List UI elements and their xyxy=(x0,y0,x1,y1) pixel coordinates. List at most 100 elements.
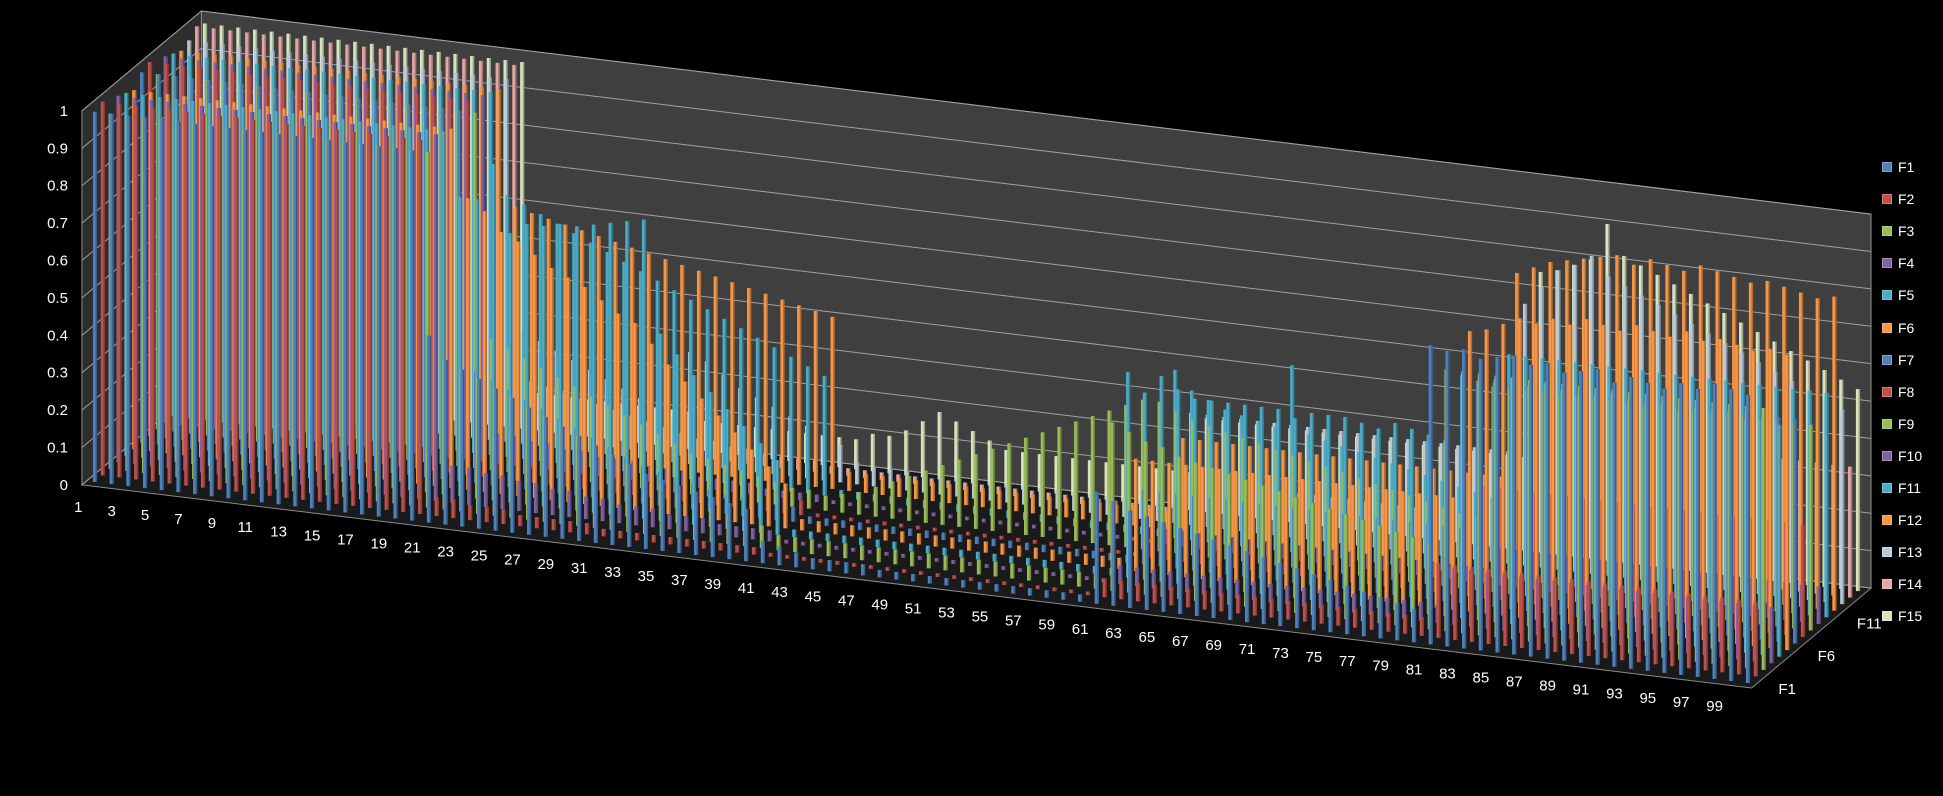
y-tick-label: 0 xyxy=(60,477,68,494)
legend-item: F4 xyxy=(1882,254,1914,272)
bar-shade xyxy=(766,293,768,481)
legend-swatch xyxy=(1882,579,1892,590)
x-tick-label: 21 xyxy=(404,540,421,557)
bar-shade xyxy=(453,465,455,503)
bar-shade xyxy=(696,491,699,556)
bar-shade xyxy=(828,533,830,541)
bar-shade xyxy=(860,522,863,530)
bar-shade xyxy=(646,474,649,549)
bar-shade xyxy=(1731,389,1734,681)
bar-shade xyxy=(1270,475,1272,588)
bar-shade xyxy=(1053,549,1055,561)
bar-shade xyxy=(793,506,796,522)
bar-shade xyxy=(312,138,315,509)
bar-shade xyxy=(857,461,860,485)
bar-shade xyxy=(485,211,488,492)
bar-shade xyxy=(811,531,814,539)
bar-shade xyxy=(1020,568,1023,572)
bar-shade xyxy=(1117,534,1120,539)
bar-shade xyxy=(943,465,945,525)
bar-shade xyxy=(809,489,812,509)
bar-shade xyxy=(1019,545,1022,557)
bar-shade xyxy=(887,551,889,556)
bar-shade xyxy=(1170,462,1172,576)
bar-shade xyxy=(1238,594,1241,614)
bar-shade xyxy=(1100,502,1102,522)
bar-shade xyxy=(1698,388,1701,677)
x-tick-label: 39 xyxy=(704,576,721,593)
bar-shade xyxy=(1455,565,1458,640)
bar-shade xyxy=(917,510,920,515)
bar-shade xyxy=(1353,485,1356,598)
bar-shade xyxy=(486,473,489,507)
bar-shade xyxy=(1171,586,1174,606)
legend-label: F10 xyxy=(1898,447,1923,464)
bar-shade xyxy=(1531,364,1534,657)
bar-shade xyxy=(1387,489,1389,602)
bar-shade xyxy=(1447,350,1450,647)
bar-shade xyxy=(620,530,623,539)
bar-shade xyxy=(883,476,885,495)
bar-shade xyxy=(245,130,248,501)
bar-shade xyxy=(1672,591,1675,667)
bar-shade xyxy=(1016,492,1019,512)
bar-shade xyxy=(420,140,423,515)
bar-shade xyxy=(1721,339,1723,643)
bar-shade xyxy=(937,558,939,562)
bar-shade xyxy=(890,435,892,474)
bar-shade xyxy=(287,123,289,498)
bar-shade xyxy=(1078,563,1081,572)
bar-shade xyxy=(1498,357,1500,653)
y-tick-label: 1 xyxy=(60,103,68,120)
bar-shade xyxy=(1077,548,1080,557)
bar-shade xyxy=(1136,458,1139,571)
bar-shade xyxy=(769,466,771,527)
bar-shade xyxy=(502,232,504,494)
x-tick-label: 89 xyxy=(1539,678,1556,695)
bar-shade xyxy=(1010,540,1013,549)
bar-shade xyxy=(504,509,506,525)
bar-shade xyxy=(1069,551,1072,563)
bar-shade xyxy=(1130,510,1133,608)
bar-shade xyxy=(1055,587,1057,592)
bar-shade xyxy=(603,498,605,522)
bar-shade xyxy=(1403,491,1406,604)
bar-shade xyxy=(719,415,721,521)
bar-shade xyxy=(977,536,980,545)
bar-shade xyxy=(879,547,881,563)
bar-shade xyxy=(120,103,122,478)
bar-shade xyxy=(808,366,811,494)
bar-shade xyxy=(736,526,739,538)
bar-shade xyxy=(876,486,878,517)
legend-swatch xyxy=(1882,322,1892,333)
bar-shade xyxy=(470,505,473,521)
bar-shade xyxy=(353,131,356,506)
bar-shade xyxy=(1587,319,1590,626)
bar-shade xyxy=(951,529,954,534)
legend-item: F2 xyxy=(1882,190,1914,208)
bar-shade xyxy=(821,558,823,563)
bar-shade xyxy=(1489,569,1491,644)
bar-shade xyxy=(1222,592,1224,612)
bar-shade xyxy=(1472,567,1475,642)
bar-shade xyxy=(894,526,896,534)
bar-shade xyxy=(687,539,690,547)
bar-shade xyxy=(1818,298,1820,609)
bar-shade xyxy=(1105,578,1107,598)
bar-shade xyxy=(896,571,899,580)
bar-shade xyxy=(984,518,986,523)
bar-shade xyxy=(785,483,788,529)
bar-shade xyxy=(800,492,803,501)
bar-shade xyxy=(1061,561,1064,570)
bar-shade xyxy=(553,488,555,516)
bar-shade xyxy=(436,134,438,501)
bar-shade xyxy=(103,101,105,476)
bar-shade xyxy=(503,475,505,509)
bar-shade xyxy=(186,111,189,486)
bar-shade xyxy=(1539,575,1541,651)
bar-shade xyxy=(1028,557,1031,566)
bar-shade xyxy=(703,518,706,534)
bar-shade xyxy=(1037,570,1040,574)
bar-shade xyxy=(799,305,802,485)
bar-shade xyxy=(1012,563,1015,579)
